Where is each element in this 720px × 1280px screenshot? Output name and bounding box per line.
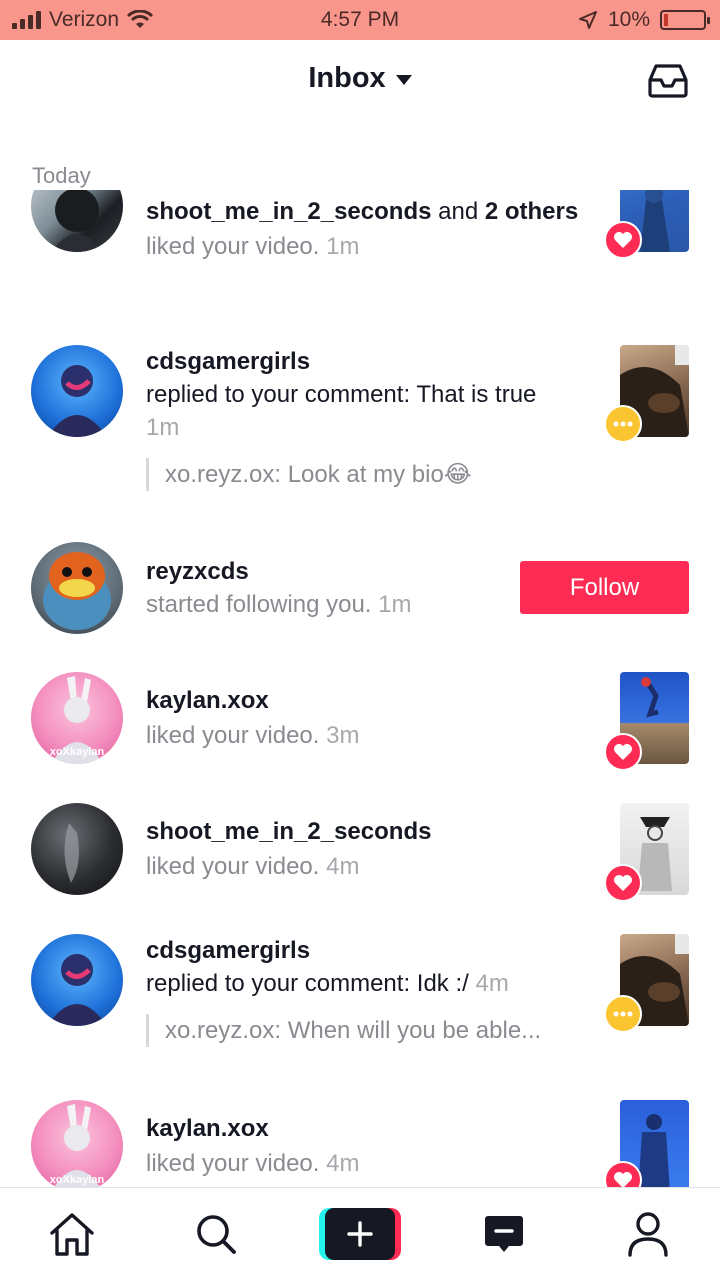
caret-down-icon (395, 74, 412, 85)
battery-percent: 10% (607, 8, 650, 31)
nav-inbox[interactable] (476, 1208, 532, 1260)
avatar[interactable]: xoXkaylan (31, 672, 123, 764)
location-arrow-icon (578, 11, 597, 29)
avatar-figure (64, 823, 79, 883)
plus-icon (347, 1221, 373, 1247)
username-link[interactable]: cdsgamergirls (146, 348, 310, 375)
comment-badge-icon (604, 995, 642, 1033)
quoted-comment[interactable]: xo.reyz.ox: Look at my bio😂 (146, 458, 576, 491)
notification-item[interactable]: shoot_me_in_2_seconds liked your video. … (0, 803, 720, 913)
notification-list[interactable]: shoot_me_in_2_seconds and 2 others liked… (0, 190, 720, 1187)
heart-badge-icon (604, 221, 642, 259)
notification-text: cdsgamergirls replied to your comment: T… (146, 345, 591, 491)
home-icon (50, 1213, 94, 1256)
avatar[interactable] (31, 803, 123, 895)
search-icon (197, 1215, 236, 1254)
action-text: liked your video. (146, 1150, 320, 1177)
avatar-figure (47, 365, 107, 437)
avatar-figure (47, 954, 107, 1026)
section-label-today: Today (32, 163, 91, 188)
page-title: Inbox (308, 62, 386, 94)
notification-item[interactable]: reyzxcds started following you. 1m Follo… (0, 540, 720, 640)
notification-text: cdsgamergirls replied to your comment: I… (146, 934, 591, 1047)
avatar-figure (51, 190, 103, 252)
timestamp: 4m (326, 1150, 360, 1177)
bottom-nav (0, 1187, 720, 1280)
username-link[interactable]: cdsgamergirls (146, 937, 310, 964)
avatar-watermark: xoXkaylan (49, 1174, 105, 1186)
inbox-header: Inbox (0, 40, 720, 120)
username-link[interactable]: shoot_me_in_2_seconds (146, 818, 431, 845)
notification-item[interactable]: xoXkaylan kaylan.xox liked your video. 3… (0, 672, 720, 782)
nav-discover[interactable] (188, 1208, 244, 1260)
others-count[interactable]: 2 others (485, 198, 578, 225)
avatar[interactable]: xoXkaylan (31, 1100, 123, 1187)
profile-icon (628, 1212, 668, 1257)
notification-item[interactable]: xoXkaylan kaylan.xox liked your video. 4… (0, 1100, 720, 1187)
direct-messages-tray-icon[interactable] (648, 64, 688, 98)
timestamp: 1m (326, 233, 360, 260)
notification-item[interactable]: cdsgamergirls replied to your comment: T… (0, 340, 720, 520)
notification-text: kaylan.xox liked your video. 3m (146, 684, 591, 752)
notification-text: shoot_me_in_2_seconds and 2 others liked… (146, 195, 591, 263)
username-link[interactable]: kaylan.xox (146, 687, 269, 714)
timestamp: 1m (378, 591, 412, 618)
timestamp: 4m (475, 970, 509, 997)
notification-text: kaylan.xox liked your video. 4m (146, 1112, 591, 1180)
timestamp: 3m (326, 722, 360, 749)
heart-badge-icon (604, 733, 642, 771)
avatar[interactable] (31, 345, 123, 437)
battery-icon (660, 10, 710, 30)
notification-item[interactable]: cdsgamergirls replied to your comment: I… (0, 934, 720, 1094)
avatar[interactable] (31, 190, 123, 252)
username-link[interactable]: shoot_me_in_2_seconds (146, 198, 431, 225)
create-button[interactable] (319, 1208, 401, 1260)
status-bar: Verizon 4:57 PM 10% (0, 0, 720, 40)
connector-text: and (431, 198, 485, 225)
inbox-icon (485, 1216, 523, 1252)
notification-item[interactable]: shoot_me_in_2_seconds and 2 others liked… (0, 190, 720, 320)
username-link[interactable]: kaylan.xox (146, 1115, 269, 1142)
comment-badge-icon (604, 405, 642, 443)
action-text: liked your video. (146, 233, 320, 260)
timestamp: 4m (326, 853, 360, 880)
avatar[interactable] (31, 542, 123, 634)
notification-text: shoot_me_in_2_seconds liked your video. … (146, 815, 591, 883)
action-text: started following you. (146, 591, 372, 618)
heart-badge-icon (604, 864, 642, 902)
inbox-filter-dropdown[interactable]: Inbox (0, 62, 720, 95)
action-text: liked your video. (146, 853, 320, 880)
action-text: liked your video. (146, 722, 320, 749)
quoted-comment[interactable]: xo.reyz.ox: When will you be able... (146, 1014, 576, 1047)
nav-profile[interactable] (620, 1208, 676, 1260)
avatar-figure (43, 552, 111, 630)
action-text: replied to your comment: Idk :/ (146, 970, 469, 997)
status-right: 10% (578, 8, 710, 32)
follow-button[interactable]: Follow (520, 561, 689, 614)
avatar[interactable] (31, 934, 123, 1026)
nav-home[interactable] (44, 1208, 100, 1260)
username-link[interactable]: reyzxcds (146, 558, 249, 585)
avatar-watermark: xoXkaylan (49, 746, 105, 758)
timestamp: 1m (146, 414, 180, 441)
action-text: replied to your comment: That is true (146, 381, 537, 408)
